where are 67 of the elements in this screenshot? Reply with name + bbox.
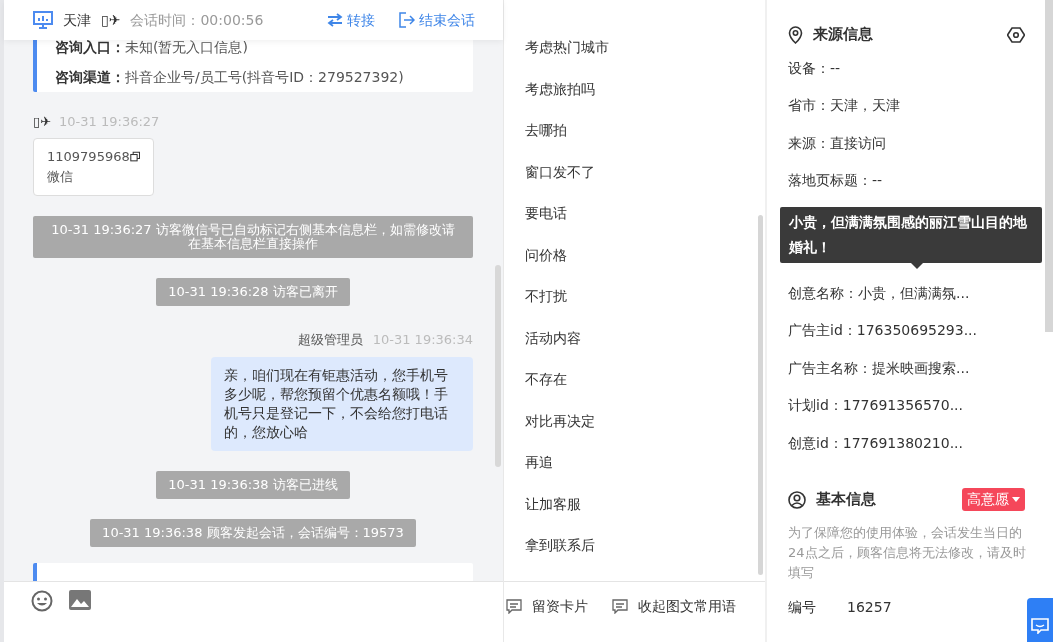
phrase-item[interactable]: 让加客服 [525, 483, 581, 525]
phrase-item[interactable]: 要电话 [525, 193, 567, 235]
system-message: 10-31 19:36:38 访客已进线 [156, 471, 350, 499]
phrase-item[interactable]: 再追 [525, 442, 553, 484]
caret-icon [1012, 497, 1020, 503]
info-field: 广告主id：176350695293... [788, 312, 1053, 350]
chat-icon [1031, 618, 1049, 634]
city-label: 天津 [63, 10, 91, 30]
tooltip: 小贵，但满满氛围感的丽江雪山目的地婚礼！ [780, 206, 1042, 269]
user-circle-icon [788, 490, 806, 509]
emoji-icon [31, 590, 53, 612]
phrase-item[interactable]: 考虑热门城市 [525, 27, 609, 69]
contact-number: 1109795968 [47, 147, 130, 166]
section-title: 基本信息 [816, 489, 876, 509]
message-bubble: 亲，咱们现在有钜惠活动，您手机号多少呢，帮您预留个优惠名额哦！手机号只是登记一下，不会给您打电话的，您放心哈 [211, 357, 473, 451]
info-field: 来源：直接访问 [788, 124, 1053, 163]
phrase-item[interactable]: 对比再决定 [525, 400, 595, 442]
message-time: 10-31 19:36:27 [59, 113, 160, 131]
message-time: 10-31 19:36:34 [372, 331, 473, 347]
location-pin-icon [788, 25, 803, 44]
message-icon [506, 599, 522, 614]
field-value: 16257 [847, 598, 892, 618]
notice-text: 为了保障您的使用体验，会话发生当日的24点之后，顾客信息将无法修改，请及时填写 [788, 524, 1027, 583]
info-field: 广告主名称：提米映画搜索... [788, 349, 1053, 388]
settings-button[interactable] [1007, 25, 1025, 44]
phrase-item[interactable]: 窗口发不了 [525, 151, 595, 193]
chat-float-button[interactable] [1027, 598, 1053, 642]
swap-arrows-icon [327, 13, 343, 27]
phrase-item[interactable]: 考虑旅拍吗 [525, 68, 595, 110]
system-message: 10-31 19:36:38 顾客发起会话，会话编号：19573 [90, 519, 416, 547]
visitor-name: ▯✈ [101, 10, 121, 30]
copy-icon [129, 150, 140, 163]
scrollbar[interactable] [495, 265, 501, 467]
intent-dropdown[interactable]: 高意愿 [962, 488, 1025, 512]
sender-name: 超级管理员 [297, 331, 363, 347]
info-field: 设备：-- [788, 49, 1053, 88]
transfer-button[interactable]: 转接 [327, 9, 375, 31]
scrollbar[interactable] [758, 215, 763, 575]
phrase-item[interactable]: 去哪拍 [525, 110, 567, 152]
image-icon [69, 590, 91, 610]
exit-icon [399, 12, 415, 28]
phrase-item[interactable]: 活动内容 [525, 317, 581, 359]
info-line: 咨询渠道：抖音企业号/员工号(抖音号ID：279527392) [55, 68, 405, 87]
end-session-button[interactable]: 结束会话 [399, 9, 475, 31]
hexagon-nut-icon [1007, 25, 1025, 44]
system-message: 10-31 19:36:28 访客已离开 [156, 277, 350, 306]
phrase-item[interactable]: 拿到联系后 [525, 525, 595, 567]
contact-type: 微信 [47, 167, 74, 186]
monitor-icon [33, 11, 53, 29]
phrase-item[interactable]: 问价格 [525, 234, 567, 276]
info-line: 咨询入口：未知(暂无入口信息) [55, 40, 249, 57]
field-label: 编号 [788, 598, 817, 618]
toolbar-button[interactable]: 收起图文常用语 [612, 596, 736, 617]
info-field: 创意名称：小贵，但满满氛... [788, 274, 1053, 313]
info-field: 创意id：177691380210... [788, 424, 1053, 463]
session-time: 会话时间：00:00:56 [130, 10, 264, 30]
info-field: 省市：天津，天津 [788, 87, 1053, 125]
scrollbar[interactable] [1045, 0, 1053, 332]
sender-name: ▯✈ [33, 113, 52, 131]
phrase-item[interactable]: 不打扰 [525, 276, 567, 318]
info-field: 计划id：177691356570... [788, 387, 1053, 425]
phrase-item[interactable]: 不存在 [525, 359, 567, 401]
section-title: 来源信息 [813, 25, 873, 44]
system-message: 10-31 19:36:27 访客微信号已自动标记右侧基本信息栏，如需修改请在基本信息栏直接操作 [33, 215, 473, 258]
message-icon [612, 599, 628, 614]
toolbar-button[interactable]: 留资卡片 [506, 596, 588, 617]
info-field: 落地页标题：-- [788, 162, 1053, 200]
